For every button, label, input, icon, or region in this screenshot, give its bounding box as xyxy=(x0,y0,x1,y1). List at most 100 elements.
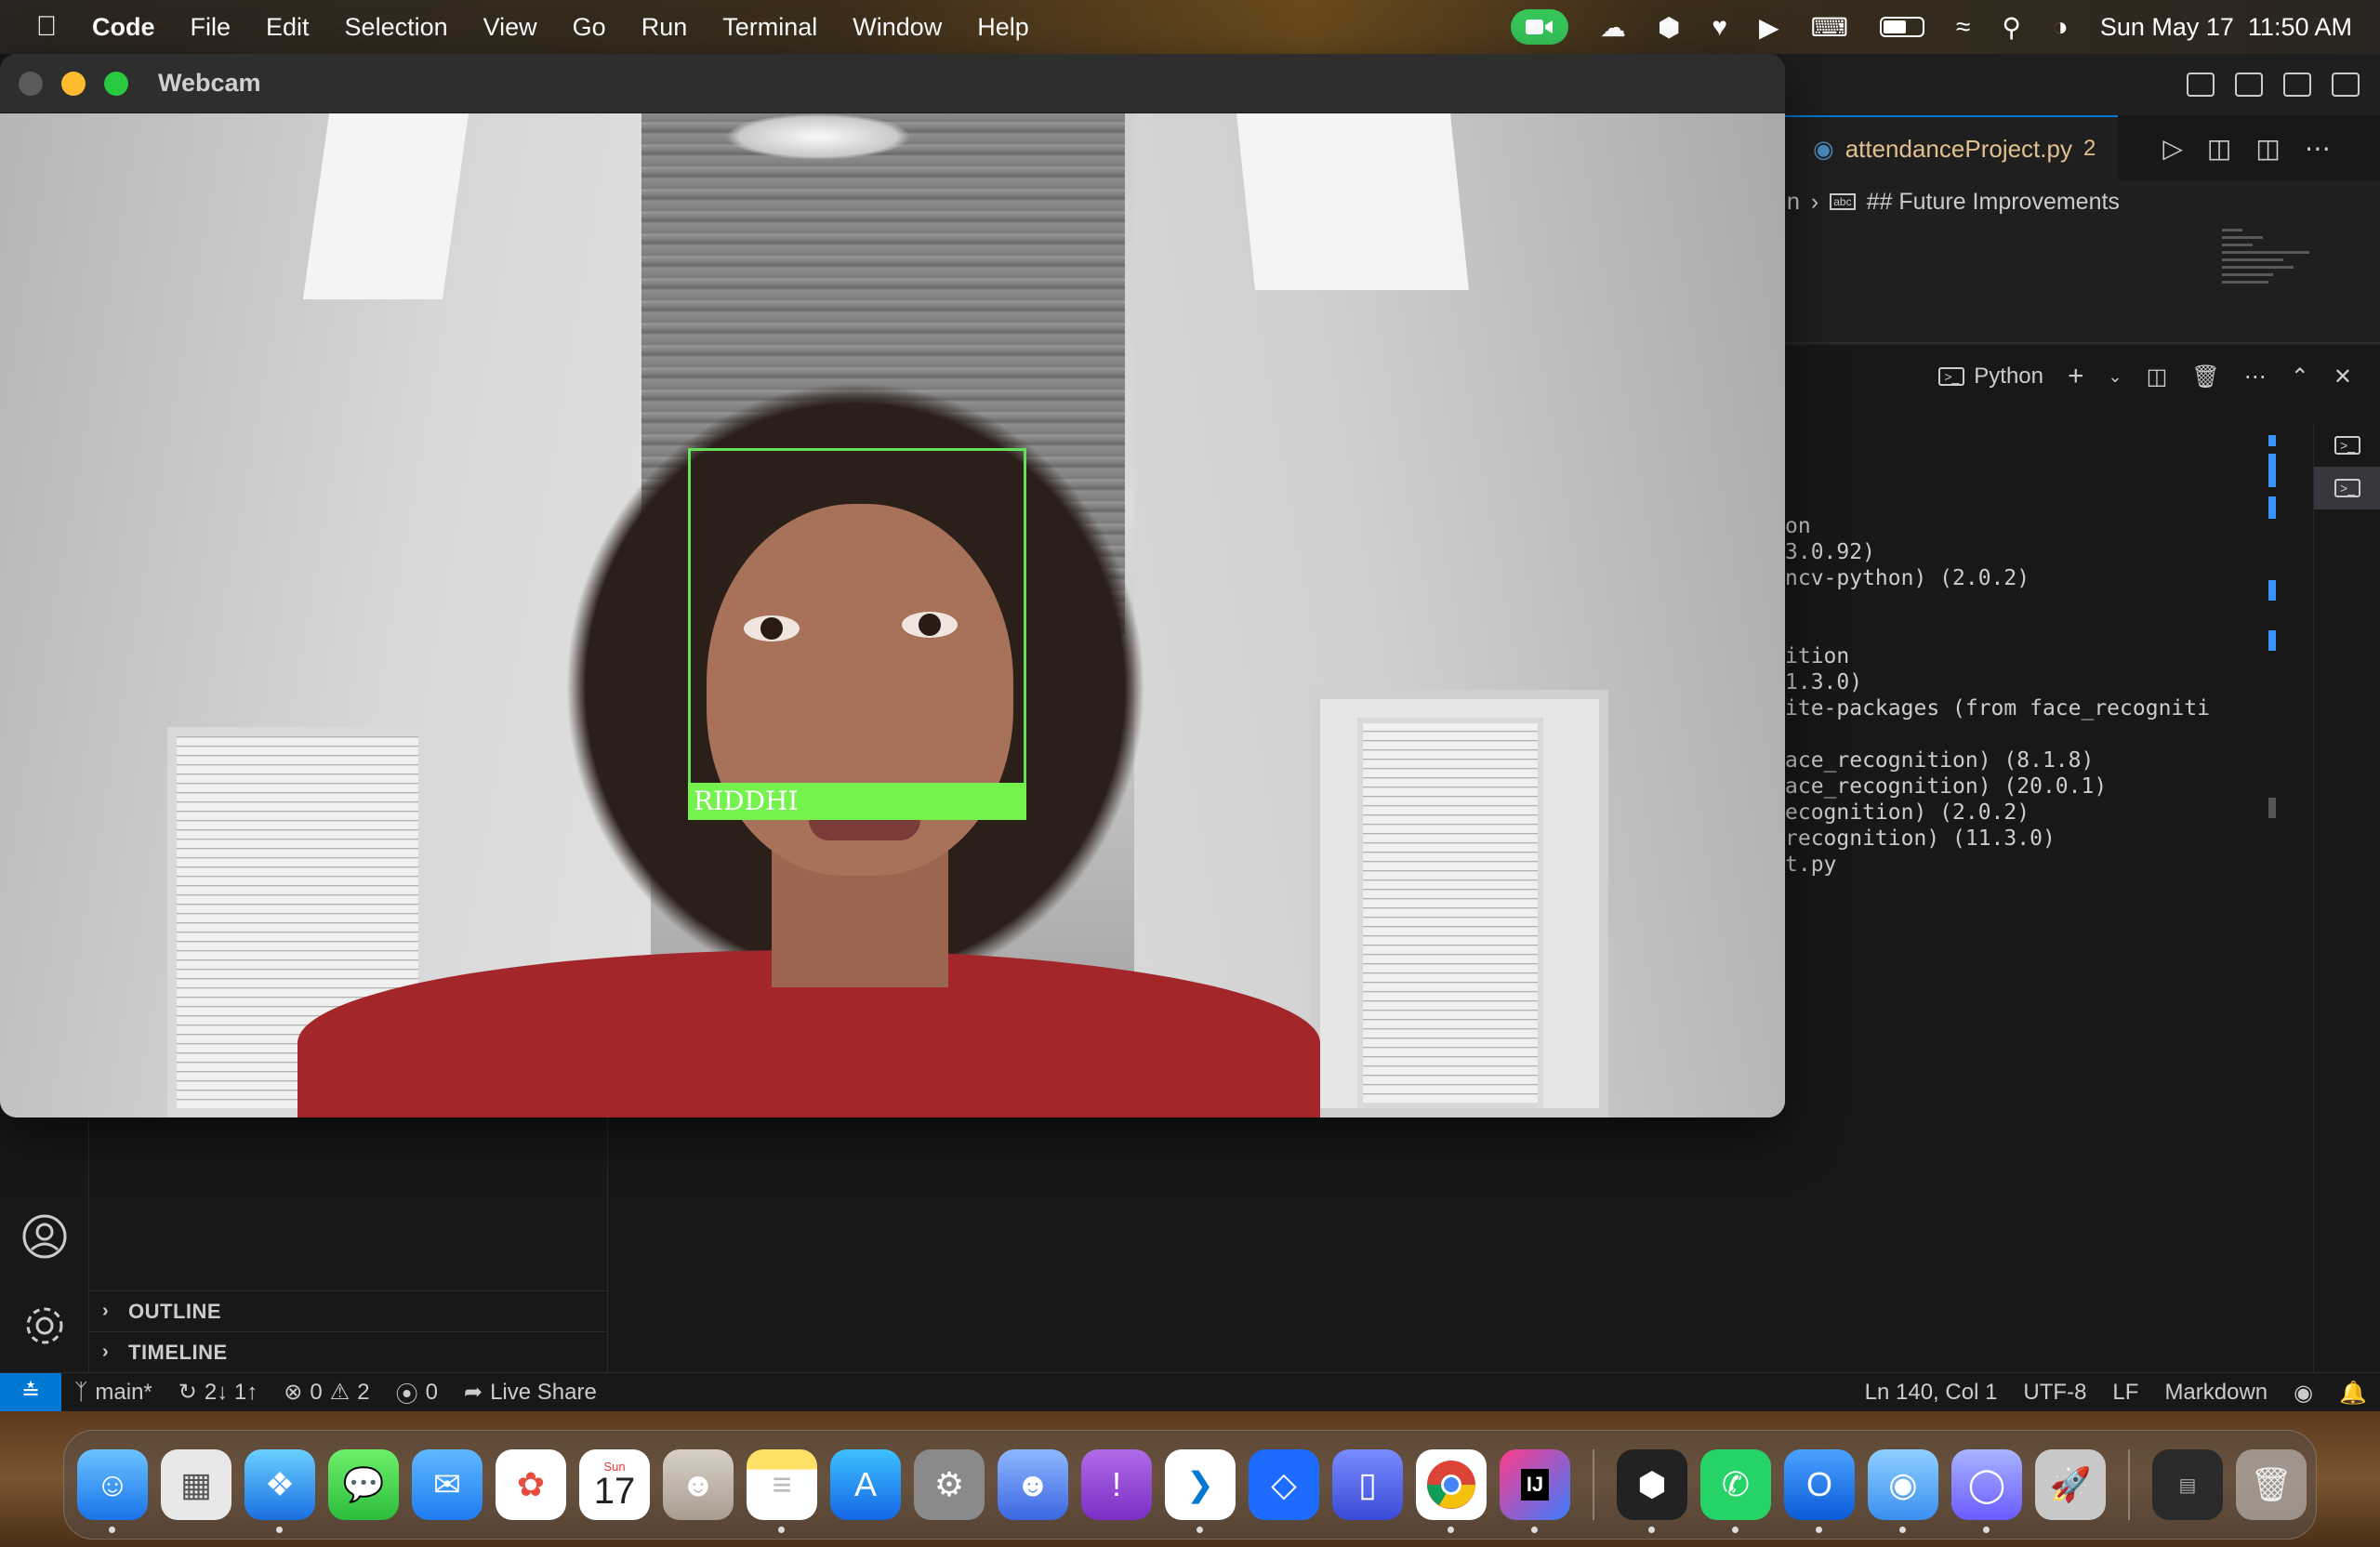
menu-app-name[interactable]: Code xyxy=(74,13,173,42)
play-icon[interactable]: ▶ xyxy=(1759,12,1779,43)
terminal-minimized-icon[interactable]: ▤ xyxy=(2152,1449,2223,1520)
vscode-icon[interactable]: ❯ xyxy=(1165,1449,1236,1533)
terminal-selector[interactable]: >_ Python xyxy=(1938,364,2043,390)
app-store-icon[interactable]: A xyxy=(830,1449,901,1520)
intellij-icon[interactable]: IJ xyxy=(1500,1449,1570,1533)
warning-icon: ⚠ xyxy=(329,1380,350,1405)
notifications-bell-icon[interactable]: 🔔 xyxy=(2326,1380,2380,1407)
minimize-button[interactable] xyxy=(61,71,86,96)
notes-icon[interactable]: ≡ xyxy=(747,1449,817,1533)
branch-icon: ᛉ xyxy=(74,1379,88,1405)
calendar-icon[interactable]: Sun 17 xyxy=(579,1449,650,1520)
open-preview-icon[interactable]: ◫ xyxy=(2207,133,2231,164)
menu-help[interactable]: Help xyxy=(959,13,1047,42)
cube-icon[interactable]: ⬢ xyxy=(1658,12,1680,43)
outlook-icon[interactable]: O xyxy=(1784,1449,1855,1533)
safari-icon[interactable]: ❖ xyxy=(245,1449,315,1533)
menu-file[interactable]: File xyxy=(173,13,249,42)
photos-icon[interactable]: ✿ xyxy=(496,1449,566,1520)
app-icon-3[interactable]: ◯ xyxy=(1951,1449,2022,1533)
git-sync[interactable]: ↻ 2↓ 1↑ xyxy=(165,1379,271,1406)
cloud-sync-icon[interactable]: ☁ xyxy=(1600,12,1626,43)
system-settings-icon[interactable]: ⚙ xyxy=(914,1449,985,1520)
end-of-line[interactable]: LF xyxy=(2099,1380,2151,1406)
git-branch[interactable]: ᛉ main* xyxy=(61,1380,165,1406)
run-icon[interactable]: ▷ xyxy=(2162,133,2183,164)
toggle-secondary-sidebar-icon[interactable] xyxy=(2283,73,2311,97)
split-editor-icon[interactable]: ◫ xyxy=(2255,133,2280,164)
minimap[interactable] xyxy=(2222,229,2324,312)
terminal-line: ition xyxy=(1785,644,1850,668)
accounts-icon[interactable] xyxy=(20,1212,69,1265)
sidebar-section-timeline[interactable]: › TIMELINE xyxy=(89,1331,608,1372)
menu-edit[interactable]: Edit xyxy=(248,13,327,42)
simulator-icon[interactable]: ▯ xyxy=(1332,1449,1403,1520)
terminal-line: ace_recognition) (8.1.8) xyxy=(1785,748,2095,773)
gear-icon[interactable] xyxy=(20,1302,69,1355)
status-bar: ≛ ᛉ main* ↻ 2↓ 1↑ ⊗ 0 ⚠ 2 ⦿ 0 ➦ Live Sha… xyxy=(0,1372,2380,1412)
live-share-button[interactable]: ➦ Live Share xyxy=(451,1379,610,1406)
contacts-icon[interactable]: ☻ xyxy=(663,1449,734,1520)
maximize-panel-icon[interactable]: ⌃ xyxy=(2291,364,2309,390)
chevron-down-icon[interactable]: ⌄ xyxy=(2109,367,2122,387)
facetime-icon[interactable]: ☻ xyxy=(998,1449,1068,1520)
customize-layout-icon[interactable] xyxy=(2332,73,2360,97)
terminal-instance-2[interactable]: >_ xyxy=(2314,467,2380,509)
ports-status[interactable]: ⦿ 0 xyxy=(383,1376,451,1408)
new-terminal-icon[interactable]: + xyxy=(2068,361,2084,392)
close-panel-icon[interactable]: ✕ xyxy=(2334,364,2352,390)
door-blinds xyxy=(1357,718,1543,1108)
menu-terminal[interactable]: Terminal xyxy=(705,13,835,42)
close-button[interactable] xyxy=(19,71,43,96)
control-center-icon[interactable]: ◑ xyxy=(2053,12,2069,42)
cursor-position[interactable]: Ln 140, Col 1 xyxy=(1852,1380,2011,1406)
copilot-icon[interactable]: ◉ xyxy=(2281,1380,2326,1407)
encoding[interactable]: UTF-8 xyxy=(2010,1380,2099,1406)
breadcrumb-prefix[interactable]: n xyxy=(1787,189,1800,216)
more-actions-icon[interactable]: ⋯ xyxy=(2305,133,2331,164)
finder-icon[interactable]: ☺ xyxy=(77,1449,148,1533)
menu-go[interactable]: Go xyxy=(555,13,624,42)
unity-icon[interactable]: ⬢ xyxy=(1617,1449,1687,1533)
heart-icon[interactable]: ♥ xyxy=(1712,12,1727,42)
trash-icon[interactable]: 🗑 xyxy=(2191,364,2219,390)
problems-status[interactable]: ⊗ 0 ⚠ 2 xyxy=(271,1379,382,1406)
keyboard-icon[interactable]: ⌨ xyxy=(1811,12,1848,43)
sidebar-section-outline[interactable]: › OUTLINE xyxy=(89,1290,608,1331)
language-mode[interactable]: Markdown xyxy=(2151,1380,2281,1406)
tab-attendance-project[interactable]: ◉ attendanceProject.py 2 xyxy=(1785,115,2119,180)
more-actions-icon[interactable]: ⋯ xyxy=(2244,364,2267,390)
terminal-output[interactable]: on 3.0.92) ncv-python) (2.0.2) ition 1.3.0)… xyxy=(1785,513,2210,878)
split-terminal-icon[interactable]: ◫ xyxy=(2147,364,2168,390)
battery-icon[interactable] xyxy=(1880,17,1925,37)
chrome-icon[interactable] xyxy=(1416,1449,1487,1533)
rocket-icon[interactable]: 🚀 xyxy=(2035,1449,2106,1520)
webcam-titlebar[interactable]: Webcam xyxy=(0,54,1785,113)
menu-window[interactable]: Window xyxy=(835,13,959,42)
terminal-instance-1[interactable]: >_ xyxy=(2314,424,2380,467)
feedback-icon[interactable]: ! xyxy=(1081,1449,1152,1520)
terminal-line: on xyxy=(1785,514,1811,538)
wifi-icon[interactable]: ≈ xyxy=(1956,12,1970,42)
toggle-panel-icon[interactable] xyxy=(2235,73,2263,97)
app-icon[interactable]: ◇ xyxy=(1249,1449,1319,1520)
apple-menu-icon[interactable]:  xyxy=(19,11,74,43)
zoom-button[interactable] xyxy=(104,71,128,96)
menu-clock[interactable]: Sun May 17 11:50 AM xyxy=(2100,13,2352,42)
editor-area[interactable] xyxy=(1785,223,2380,344)
menu-selection[interactable]: Selection xyxy=(327,13,466,42)
trash-icon[interactable]: 🗑 xyxy=(2236,1449,2307,1520)
breadcrumb-item[interactable]: ## Future Improvements xyxy=(1867,189,2120,216)
menu-run[interactable]: Run xyxy=(624,13,706,42)
launchpad-icon[interactable]: ▦ xyxy=(161,1449,231,1520)
remote-indicator-icon[interactable]: ≛ xyxy=(0,1372,61,1412)
whatsapp-icon[interactable]: ✆ xyxy=(1700,1449,1771,1533)
menu-view[interactable]: View xyxy=(466,13,555,42)
search-icon[interactable]: ⚲ xyxy=(2002,12,2021,43)
symbol-string-icon: abc xyxy=(1830,193,1856,210)
mail-icon[interactable]: ✉ xyxy=(412,1449,483,1520)
app-icon-2[interactable]: ◉ xyxy=(1868,1449,1938,1533)
facetime-active-indicator[interactable] xyxy=(1510,9,1568,45)
messages-icon[interactable]: 💬 xyxy=(328,1449,399,1520)
toggle-sidebar-icon[interactable] xyxy=(2187,73,2215,97)
